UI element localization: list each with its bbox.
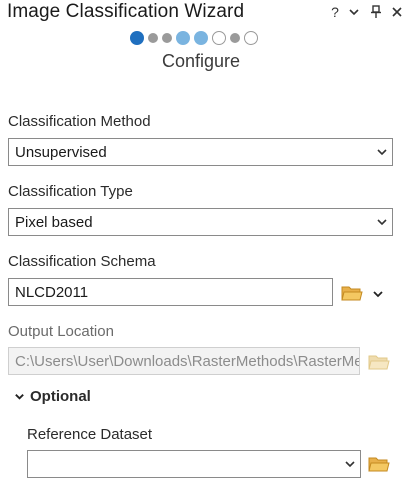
- classification-method-label: Classification Method: [8, 113, 151, 130]
- classification-type-label: Classification Type: [8, 183, 133, 200]
- step-dot[interactable]: [230, 33, 240, 43]
- step-dot[interactable]: [194, 31, 208, 45]
- step-dot-current[interactable]: [130, 31, 144, 45]
- pane-title: Image Classification Wizard: [7, 1, 245, 22]
- pin-button[interactable]: [367, 2, 385, 22]
- help-button[interactable]: ?: [326, 2, 344, 22]
- folder-icon: [368, 355, 390, 370]
- close-button[interactable]: [388, 2, 406, 22]
- step-dot[interactable]: [212, 31, 226, 45]
- step-dot[interactable]: [148, 33, 158, 43]
- chevron-down-icon: [345, 461, 355, 468]
- close-icon: [392, 7, 402, 17]
- schema-options-chevron-icon[interactable]: [372, 288, 384, 300]
- pane-menu-button[interactable]: [345, 2, 363, 22]
- classification-type-select[interactable]: Pixel based: [8, 208, 393, 236]
- chevron-down-icon: [15, 394, 24, 400]
- optional-label: Optional: [30, 388, 91, 405]
- pin-icon: [371, 5, 381, 18]
- classification-method-value: Unsupervised: [15, 143, 107, 161]
- classification-schema-input[interactable]: NLCD2011: [8, 278, 333, 306]
- chevron-down-icon: [377, 219, 387, 226]
- classification-type-value: Pixel based: [15, 213, 93, 231]
- chevron-down-icon: [377, 149, 387, 156]
- page-title: Configure: [161, 51, 241, 71]
- step-dot[interactable]: [244, 31, 258, 45]
- output-location-value: C:\Users\User\Downloads\RasterMethods\Ra…: [15, 352, 360, 370]
- wizard-step-indicator: [130, 31, 258, 45]
- chevron-down-icon: [349, 9, 359, 16]
- output-location-label: Output Location: [8, 323, 114, 340]
- wizard-pane: Image Classification Wizard ? Configure …: [0, 0, 418, 500]
- step-dot[interactable]: [176, 31, 190, 45]
- classification-schema-value: NLCD2011: [15, 283, 89, 301]
- folder-icon[interactable]: [368, 455, 390, 473]
- reference-dataset-select[interactable]: [27, 450, 361, 478]
- folder-icon[interactable]: [341, 284, 363, 302]
- step-dot[interactable]: [162, 33, 172, 43]
- help-icon: ?: [331, 4, 339, 20]
- classification-method-select[interactable]: Unsupervised: [8, 138, 393, 166]
- output-location-input: C:\Users\User\Downloads\RasterMethods\Ra…: [8, 347, 360, 375]
- classification-schema-label: Classification Schema: [8, 253, 156, 270]
- reference-dataset-label: Reference Dataset: [27, 426, 153, 443]
- optional-expander[interactable]: Optional: [14, 388, 91, 405]
